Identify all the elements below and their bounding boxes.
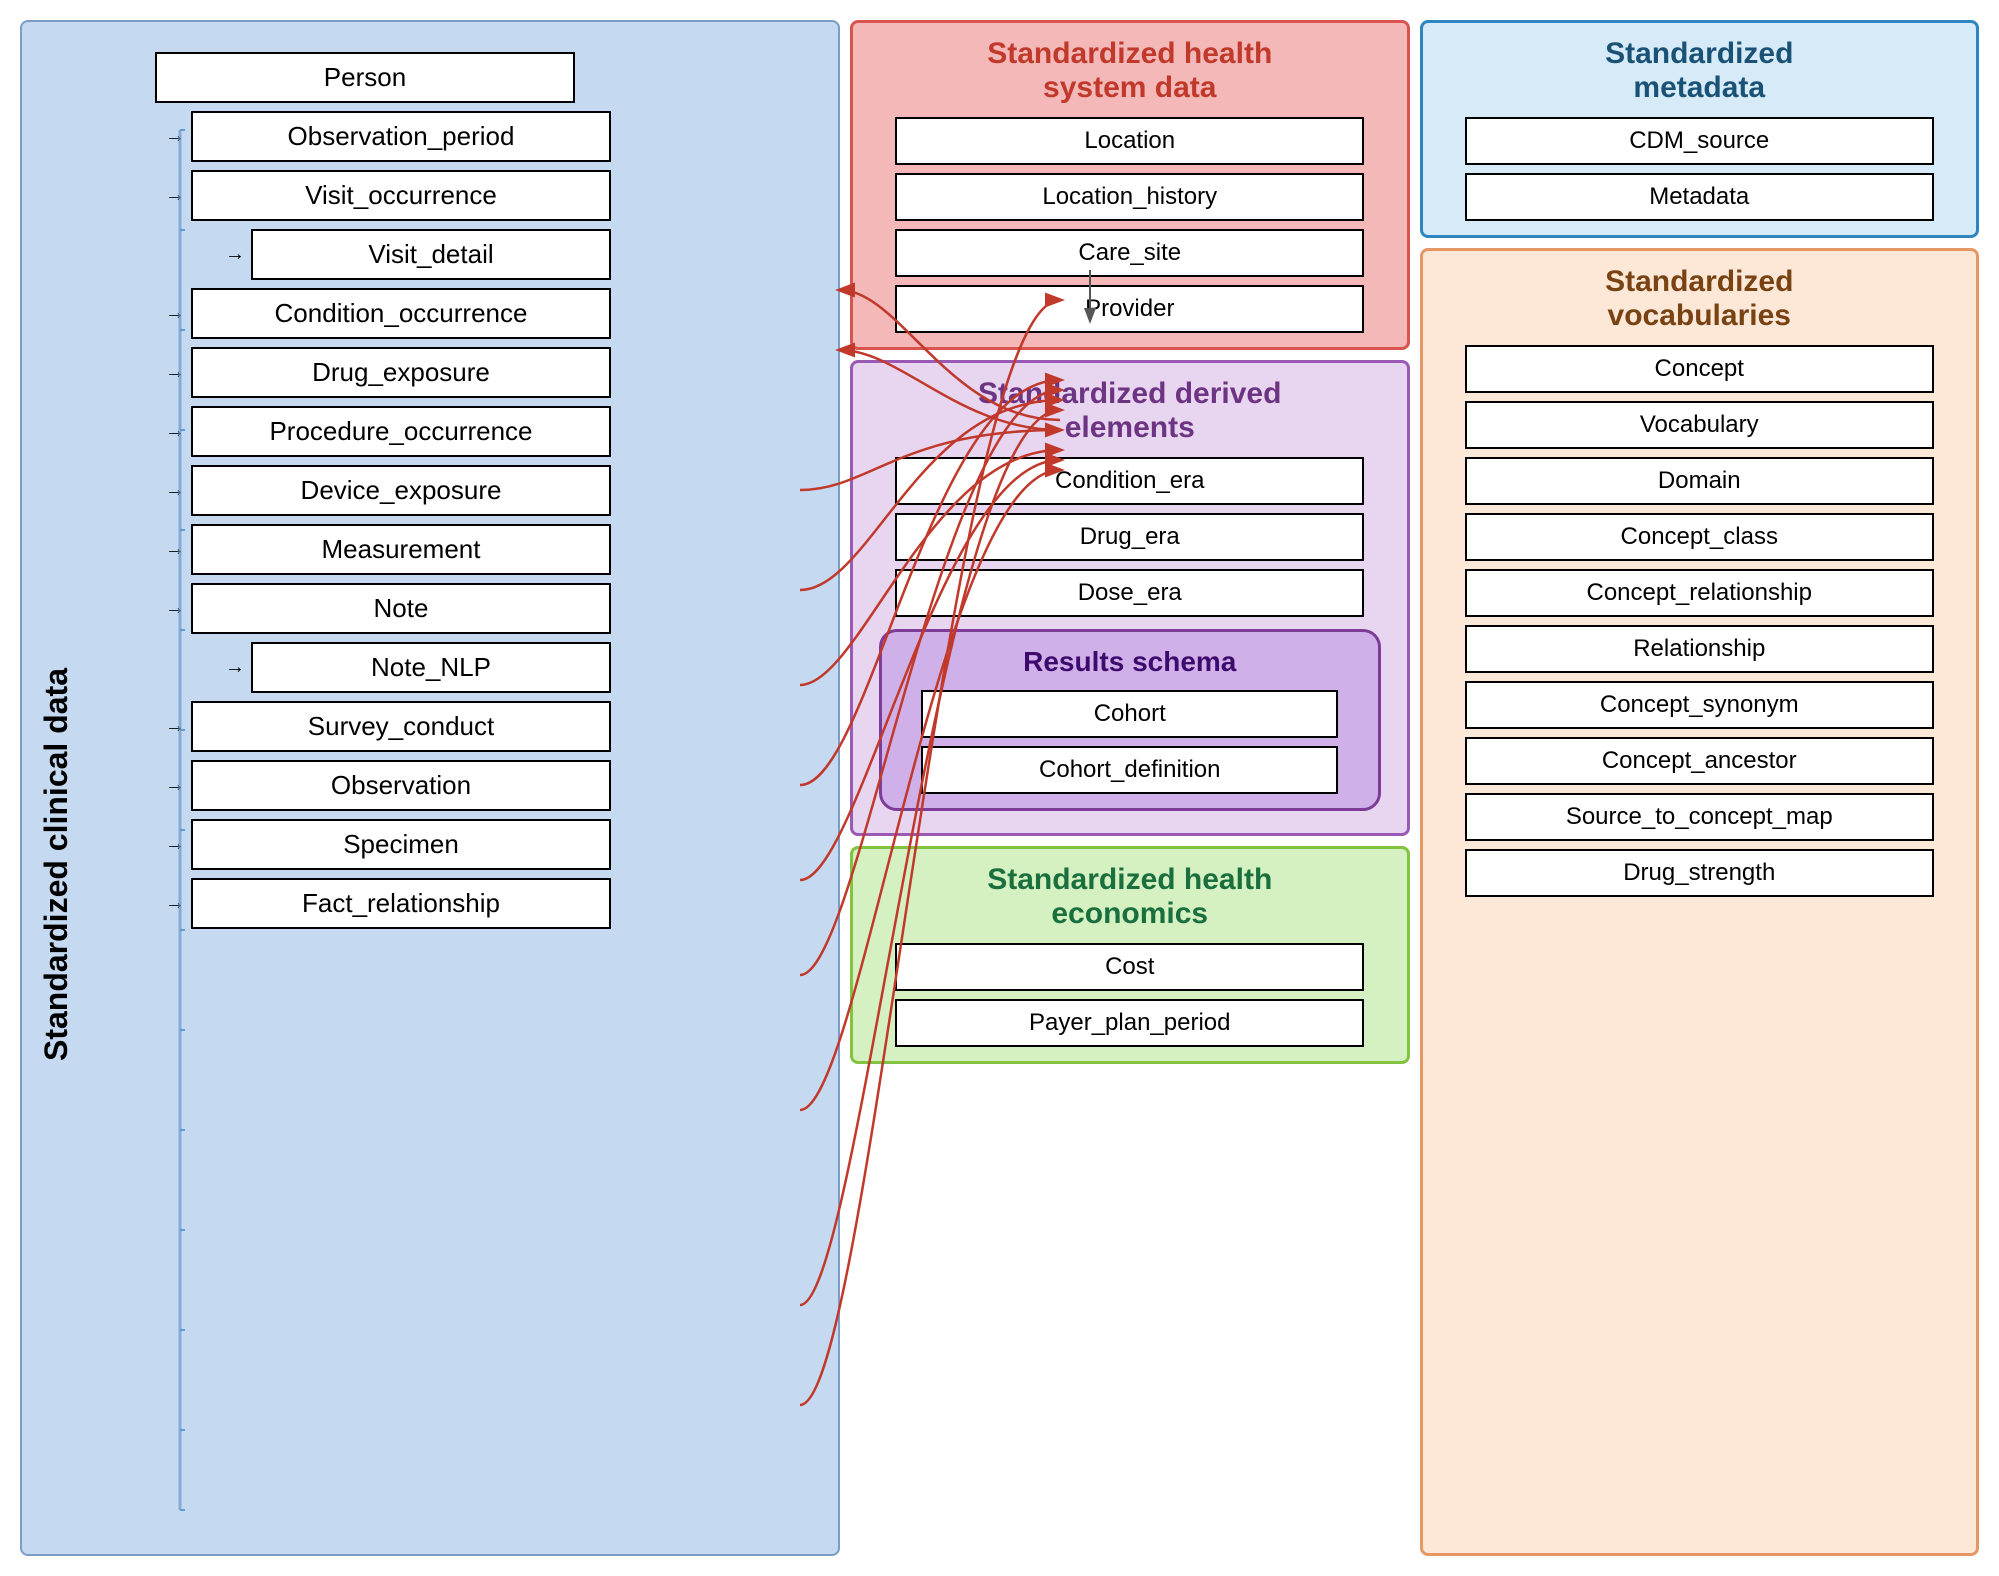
node-domain: Domain (1465, 457, 1934, 505)
node-location-history: Location_history (895, 173, 1364, 221)
node-survey-conduct: Survey_conduct (191, 701, 611, 752)
node-observation-period: Observation_period (191, 111, 611, 162)
node-fact-relationship: Fact_relationship (191, 878, 611, 929)
node-person: Person (155, 52, 575, 103)
node-note: Note (191, 583, 611, 634)
node-relationship: Relationship (1465, 625, 1934, 673)
node-device-exposure: Device_exposure (191, 465, 611, 516)
health-economics-section: Standardized healtheconomics Cost Payer_… (850, 846, 1410, 1064)
node-provider: Provider (895, 285, 1364, 333)
node-observation: Observation (191, 760, 611, 811)
node-specimen: Specimen (191, 819, 611, 870)
node-cdm-source: CDM_source (1465, 117, 1934, 165)
node-visit-detail: Visit_detail (251, 229, 611, 280)
node-concept: Concept (1465, 345, 1934, 393)
node-cohort: Cohort (921, 690, 1338, 738)
results-schema-title: Results schema (898, 646, 1362, 678)
node-drug-strength: Drug_strength (1465, 849, 1934, 897)
node-vocabulary: Vocabulary (1465, 401, 1934, 449)
metadata-title: Standardizedmetadata (1439, 37, 1961, 105)
node-care-site: Care_site (895, 229, 1364, 277)
node-location: Location (895, 117, 1364, 165)
node-cost: Cost (895, 943, 1364, 991)
node-concept-synonym: Concept_synonym (1465, 681, 1934, 729)
metadata-section: Standardizedmetadata CDM_source Metadata (1420, 20, 1980, 238)
node-procedure-occurrence: Procedure_occurrence (191, 406, 611, 457)
health-system-section: Standardized healthsystem data Location … (850, 20, 1410, 350)
vocabularies-section: Standardizedvocabularies Concept Vocabul… (1420, 248, 1980, 1556)
node-drug-era: Drug_era (895, 513, 1364, 561)
health-system-title: Standardized healthsystem data (869, 37, 1391, 105)
derived-elements-section: Standardized derivedelements Condition_e… (850, 360, 1410, 836)
node-condition-era: Condition_era (895, 457, 1364, 505)
node-visit-occurrence: Visit_occurrence (191, 170, 611, 221)
node-metadata: Metadata (1465, 173, 1934, 221)
node-concept-ancestor: Concept_ancestor (1465, 737, 1934, 785)
node-condition-occurrence: Condition_occurrence (191, 288, 611, 339)
derived-elements-title: Standardized derivedelements (869, 377, 1391, 445)
node-payer-plan-period: Payer_plan_period (895, 999, 1364, 1047)
node-concept-class: Concept_class (1465, 513, 1934, 561)
node-drug-exposure: Drug_exposure (191, 347, 611, 398)
results-schema-section: Results schema Cohort Cohort_definition (879, 629, 1381, 811)
left-panel-title: Standardized clinical data (38, 668, 75, 1061)
node-source-to-concept-map: Source_to_concept_map (1465, 793, 1934, 841)
node-concept-relationship: Concept_relationship (1465, 569, 1934, 617)
vocabularies-title: Standardizedvocabularies (1439, 265, 1961, 333)
node-cohort-definition: Cohort_definition (921, 746, 1338, 794)
health-economics-title: Standardized healtheconomics (869, 863, 1391, 931)
node-note-nlp: Note_NLP (251, 642, 611, 693)
node-dose-era: Dose_era (895, 569, 1364, 617)
node-measurement: Measurement (191, 524, 611, 575)
